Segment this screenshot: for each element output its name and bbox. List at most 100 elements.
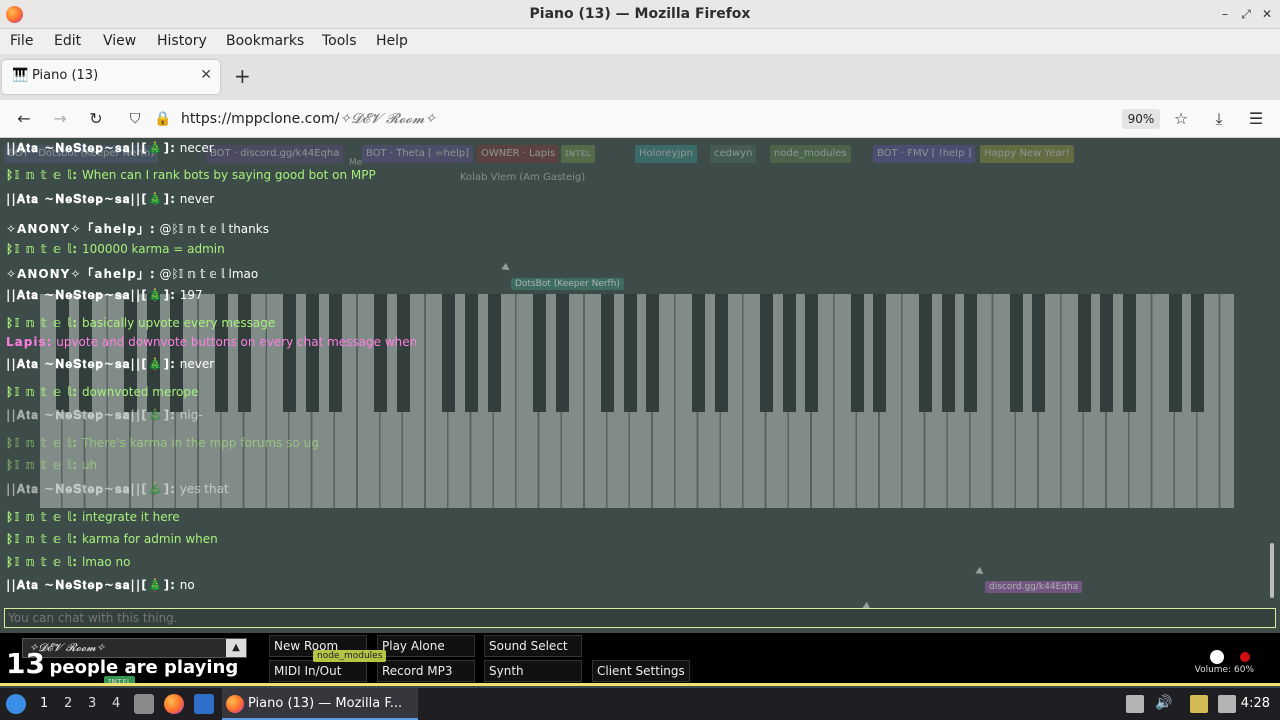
piano-black-key[interactable]: [1077, 294, 1091, 412]
chat-input[interactable]: [4, 608, 1276, 628]
chat-text: 100000 karma = admin: [81, 242, 225, 256]
user-badge[interactable]: BOT · FMV [ !help ]: [873, 145, 976, 163]
user-badge[interactable]: Happy New Year!: [980, 145, 1074, 163]
shield-icon[interactable]: ⛉: [124, 108, 146, 130]
speaker-icon[interactable]: 🔊: [1155, 695, 1173, 713]
chat-author: ||𝐀𝐭𝐚 ~𝐍𝐞𝐒𝐭𝐞𝐩~𝐬𝐚||[🎄]:: [6, 192, 176, 206]
piano-black-key[interactable]: [442, 294, 456, 412]
lock-icon[interactable]: 🔒: [152, 108, 174, 130]
piano-black-key[interactable]: [1123, 294, 1137, 412]
piano-black-key[interactable]: [1009, 294, 1023, 412]
chat-message: Lapis: upvote and downvote buttons on ev…: [6, 335, 417, 349]
menu-edit[interactable]: Edit: [54, 33, 81, 49]
record-indicator-icon: [1240, 652, 1250, 662]
piano-black-key[interactable]: [782, 294, 796, 412]
tab-title: Piano (13): [32, 68, 99, 83]
piano-black-key[interactable]: [623, 294, 637, 412]
workspace-4[interactable]: 4: [112, 696, 120, 711]
start-menu-icon[interactable]: [6, 694, 26, 714]
user-badge[interactable]: node_modules: [770, 145, 851, 163]
minimize-icon[interactable]: –: [1216, 5, 1234, 23]
piano-black-key[interactable]: [646, 294, 660, 412]
url-text[interactable]: https://mppclone.com/✧𝓓𝓔𝓥 𝓡𝓸𝓸𝓶✧: [181, 111, 436, 127]
bookmark-star-icon[interactable]: ☆: [1170, 108, 1192, 130]
user-badge[interactable]: BOT · Theta [ =help]: [362, 145, 474, 163]
record-mp3-button[interactable]: Record MP3: [377, 660, 475, 682]
user-badge[interactable]: Holoreyjpn: [635, 145, 697, 163]
synth-button[interactable]: Synth: [484, 660, 582, 682]
firefox-icon[interactable]: [164, 694, 184, 714]
menu-view[interactable]: View: [103, 33, 136, 49]
piano-black-key[interactable]: [555, 294, 569, 412]
back-arrow-icon[interactable]: ←: [13, 108, 35, 130]
piano-black-key[interactable]: [850, 294, 864, 412]
piano-black-key[interactable]: [532, 294, 546, 412]
chat-author: ᛒ𝕀 𝕟 𝕥 𝕖 𝕝:: [6, 316, 79, 330]
clipboard-icon[interactable]: [1126, 695, 1144, 713]
piano-black-key[interactable]: [328, 294, 342, 412]
piano-black-key[interactable]: [691, 294, 705, 412]
user-badge[interactable]: BOT · discord.gg/k44Eqha: [206, 145, 344, 163]
piano-black-key[interactable]: [464, 294, 478, 412]
piano-black-key[interactable]: [487, 294, 501, 412]
piano-black-key[interactable]: [601, 294, 614, 412]
tab-close-icon[interactable]: ✕: [200, 67, 212, 83]
menu-bookmarks[interactable]: Bookmarks: [226, 33, 304, 49]
taskbar-task-firefox[interactable]: Piano (13) — Mozilla F...: [222, 688, 418, 720]
piano-black-key[interactable]: [805, 294, 819, 412]
piano-black-key[interactable]: [941, 294, 955, 412]
volume-knob[interactable]: [1210, 650, 1224, 664]
sound-select-button[interactable]: Sound Select: [484, 635, 582, 657]
piano-black-key[interactable]: [283, 294, 297, 412]
chat-scrollbar[interactable]: [1270, 543, 1274, 598]
piano-black-key[interactable]: [1032, 294, 1046, 412]
chat-text: nig-: [179, 408, 203, 422]
piano-black-key[interactable]: [374, 294, 387, 412]
file-manager-icon[interactable]: [134, 694, 154, 714]
piano-black-key[interactable]: [1191, 294, 1205, 412]
user-badge[interactable]: Kolab Vlem (Am Gasteig): [456, 169, 589, 187]
taskbar: 1 2 3 4 Piano (13) — Mozilla F... 🔊 4:28: [0, 688, 1280, 720]
menu-help[interactable]: Help: [376, 33, 408, 49]
piano-black-key[interactable]: [215, 294, 229, 412]
piano-black-key[interactable]: [1100, 294, 1114, 412]
app-menu-icon[interactable]: ☰: [1245, 108, 1267, 130]
piano-black-key[interactable]: [237, 294, 251, 412]
notes-icon[interactable]: [1190, 695, 1208, 713]
workspace-2[interactable]: 2: [64, 696, 72, 711]
user-badge[interactable]: cedwyn: [710, 145, 757, 163]
piano-black-key[interactable]: [759, 294, 773, 412]
midi-button[interactable]: MIDI In/Out: [269, 660, 367, 682]
url-bar[interactable]: ⛉ 🔒 https://mppclone.com/✧𝓓𝓔𝓥 𝓡𝓸𝓸𝓶✧ 90%: [120, 104, 1160, 134]
piano-black-keys[interactable]: [40, 294, 1234, 412]
tab-piano[interactable]: 🎹 Piano (13) ✕: [2, 60, 220, 94]
piano-black-key[interactable]: [918, 294, 932, 412]
chat-author: ᛒ𝕀 𝕟 𝕥 𝕖 𝕝:: [6, 436, 79, 450]
client-settings-button[interactable]: Client Settings: [592, 660, 690, 682]
piano-black-key[interactable]: [396, 294, 410, 412]
chat-message: ||𝐀𝐭𝐚 ~𝐍𝐞𝐒𝐭𝐞𝐩~𝐬𝐚||[🎄]: 197: [6, 288, 203, 303]
workspace-3[interactable]: 3: [88, 696, 96, 711]
piano-black-key[interactable]: [305, 294, 319, 412]
menu-file[interactable]: File: [10, 33, 33, 49]
terminal-icon[interactable]: [194, 694, 214, 714]
play-alone-button[interactable]: Play Alone: [377, 635, 475, 657]
piano-black-key[interactable]: [714, 294, 728, 412]
piano-black-key[interactable]: [964, 294, 978, 412]
user-badge[interactable]: OWNER · Lapis: [477, 145, 560, 163]
new-tab-button[interactable]: +: [234, 66, 251, 86]
menu-history[interactable]: History: [157, 33, 207, 49]
piano-black-key[interactable]: [1168, 294, 1182, 412]
piano-black-key[interactable]: [873, 294, 887, 412]
chat-text: necer: [179, 141, 214, 155]
download-icon[interactable]: ⤓: [1208, 108, 1230, 130]
forward-arrow-icon[interactable]: →: [49, 108, 71, 130]
zoom-level[interactable]: 90%: [1122, 109, 1160, 129]
workspace-1[interactable]: 1: [40, 696, 48, 711]
reload-icon[interactable]: ↻: [85, 108, 107, 130]
user-badge[interactable]: ɪɴᴛᴇʟ: [561, 145, 595, 163]
menu-tools[interactable]: Tools: [322, 33, 357, 49]
close-icon[interactable]: ✕: [1258, 5, 1276, 23]
maximize-icon[interactable]: ⤢: [1237, 5, 1255, 23]
display-icon[interactable]: [1218, 695, 1236, 713]
